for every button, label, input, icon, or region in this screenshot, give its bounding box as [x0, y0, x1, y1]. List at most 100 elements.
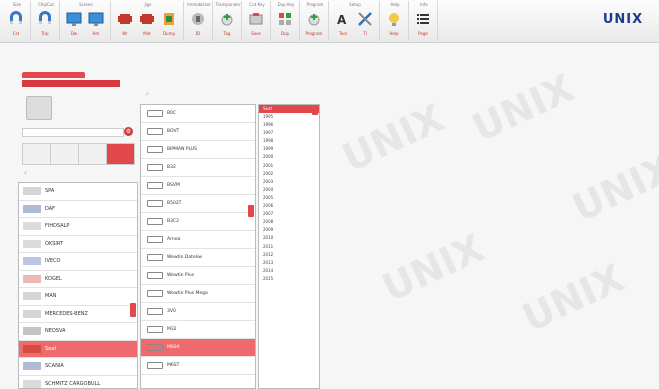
- year-list-item[interactable]: 2008: [259, 218, 319, 226]
- brand-list-item[interactable]: IVECO: [19, 253, 137, 271]
- brand-list-item[interactable]: Seat: [19, 341, 137, 359]
- brand-logo-icon: [23, 275, 41, 283]
- model-list-item[interactable]: BIPMAN PLUS: [141, 141, 255, 159]
- model-list-item[interactable]: Wewtin Plus Mega: [141, 285, 255, 303]
- year-list-item[interactable]: 2007: [259, 210, 319, 218]
- year-list-item[interactable]: 2009: [259, 226, 319, 234]
- toolbar-button[interactable]: Save: [247, 9, 265, 41]
- model-name: M32: [167, 327, 177, 332]
- brand-logo-icon: [23, 310, 41, 318]
- toolbar-button[interactable]: Mot: [138, 9, 156, 41]
- model-list-item[interactable]: Wewtin Dateliw: [141, 249, 255, 267]
- section-tab[interactable]: [22, 72, 85, 78]
- tools-icon: [357, 9, 373, 29]
- year-list-item[interactable]: 2015: [259, 275, 319, 283]
- logo-text: UNIX: [593, 12, 653, 27]
- toolbar-group-title: Setup: [331, 2, 379, 7]
- model-list-item[interactable]: B32: [141, 159, 255, 177]
- brand-list-item[interactable]: MERCEDES-BENZ: [19, 306, 137, 324]
- brand-list-item[interactable]: NEOSVA: [19, 323, 137, 341]
- toolbar-button[interactable]: Dup: [276, 9, 294, 41]
- year-list-item[interactable]: 2002: [259, 170, 319, 178]
- model-list-item[interactable]: M604: [141, 339, 255, 357]
- toolbar-button[interactable]: Help: [385, 9, 403, 41]
- toolbar-button[interactable]: ATool: [334, 9, 352, 41]
- brand-name: SPA: [45, 188, 54, 194]
- mode-tab[interactable]: [78, 143, 107, 165]
- brand-scrollbar[interactable]: [130, 303, 136, 317]
- year-list-item[interactable]: 2013: [259, 259, 319, 267]
- toolbar-button-label: Help: [383, 31, 405, 36]
- tray-icon: [248, 9, 264, 29]
- year-scrollbar[interactable]: [312, 106, 318, 115]
- key-blade-icon: [147, 308, 163, 315]
- year-list-item[interactable]: 1996: [259, 121, 319, 129]
- toolbar-button[interactable]: Dump: [160, 9, 178, 41]
- model-list-item[interactable]: Wewtin Plus: [141, 267, 255, 285]
- toolbar-button-label: Program: [303, 31, 325, 36]
- mode-checkbox[interactable]: ✓: [24, 170, 27, 175]
- toolbar-group: ProgramProgram: [302, 1, 329, 41]
- toolbar-button-label: Save: [245, 31, 267, 36]
- brand-name: Seat: [45, 346, 56, 352]
- year-list-item[interactable]: 2004: [259, 186, 319, 194]
- brand-logo-icon: [23, 292, 41, 300]
- mode-tab[interactable]: [22, 143, 51, 165]
- search-button[interactable]: ⚙: [124, 127, 133, 136]
- brand-logo-icon: [23, 205, 41, 213]
- year-list-item[interactable]: 2011: [259, 243, 319, 251]
- search-input[interactable]: [22, 128, 124, 137]
- brand-name: NEOSVA: [45, 328, 66, 334]
- toolbar-button-label: Dump: [158, 31, 180, 36]
- model-list-item[interactable]: BOVT: [141, 123, 255, 141]
- toolbar-button[interactable]: Page: [414, 9, 432, 41]
- model-list-item[interactable]: Arnea: [141, 231, 255, 249]
- model-list-item[interactable]: B3C2: [141, 213, 255, 231]
- mode-tabs: [22, 143, 137, 163]
- toolbar-button[interactable]: Program: [305, 9, 323, 41]
- toolbar-button[interactable]: Dw: [65, 9, 83, 41]
- model-list-item[interactable]: BSVM: [141, 177, 255, 195]
- brand-list-item[interactable]: DAF: [19, 201, 137, 219]
- brand-list-item[interactable]: FIHDSALP: [19, 218, 137, 236]
- year-list-item[interactable]: 2014: [259, 267, 319, 275]
- model-scrollbar[interactable]: [248, 205, 254, 217]
- toolbar-button[interactable]: Cst: [7, 9, 25, 41]
- model-list-item[interactable]: M32: [141, 321, 255, 339]
- year-list-item[interactable]: 2003: [259, 178, 319, 186]
- brand-list-item[interactable]: SPA: [19, 183, 137, 201]
- model-list-item[interactable]: M6ST: [141, 357, 255, 375]
- toolbar-button[interactable]: Wr: [116, 9, 134, 41]
- brand-list-item[interactable]: OKSIRT: [19, 236, 137, 254]
- toolbar-button[interactable]: Tl: [356, 9, 374, 41]
- brand-name: OKSIRT: [45, 241, 63, 247]
- year-list-item[interactable]: 2012: [259, 251, 319, 259]
- mode-tab[interactable]: [106, 143, 135, 165]
- grid-icon: [277, 9, 293, 29]
- font-icon: A: [335, 9, 351, 29]
- year-list-item[interactable]: 2006: [259, 202, 319, 210]
- model-filter-checkbox[interactable]: ✓: [146, 91, 149, 96]
- year-list-item[interactable]: 2001: [259, 162, 319, 170]
- toolbar-button[interactable]: ID: [189, 9, 207, 41]
- toolbar-button[interactable]: Tag: [218, 9, 236, 41]
- toolbar-button[interactable]: Hm: [87, 9, 105, 41]
- toolbar-button[interactable]: Trip: [36, 9, 54, 41]
- brand-logo-icon: [23, 327, 41, 335]
- mode-tab[interactable]: [50, 143, 79, 165]
- year-list-item[interactable]: 1995: [259, 113, 319, 121]
- model-list-item[interactable]: B0C: [141, 105, 255, 123]
- year-list-item[interactable]: 2010: [259, 234, 319, 242]
- key-blade-icon: [147, 362, 163, 369]
- model-list-item[interactable]: B502T: [141, 195, 255, 213]
- year-list-item[interactable]: 2005: [259, 194, 319, 202]
- year-list-item[interactable]: 1999: [259, 145, 319, 153]
- brand-list-item[interactable]: MAN: [19, 288, 137, 306]
- model-list-item[interactable]: 3V0: [141, 303, 255, 321]
- year-list-item[interactable]: 1997: [259, 129, 319, 137]
- year-list-item[interactable]: 1998: [259, 137, 319, 145]
- brand-list-item[interactable]: KOGEL: [19, 271, 137, 289]
- toolbar-button-label: Page: [412, 31, 434, 36]
- brand-list-item[interactable]: SCANIA: [19, 358, 137, 376]
- year-list-item[interactable]: 2000: [259, 153, 319, 161]
